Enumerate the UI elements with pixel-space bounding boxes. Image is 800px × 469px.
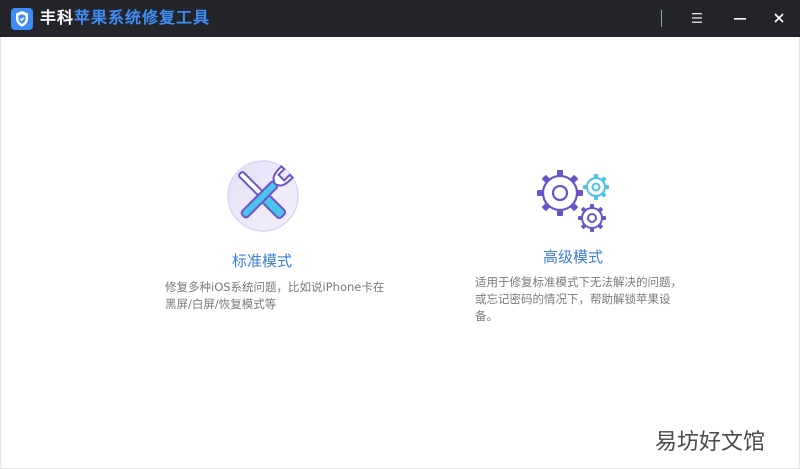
app-product-name: 苹果系统修复工具 xyxy=(74,8,211,27)
close-button[interactable] xyxy=(766,6,792,30)
standard-desc-line2: 黑屏/白屏/恢复模式等 xyxy=(165,297,277,311)
advanced-desc-line1: 适用于修复标准模式下无法解决的问题， xyxy=(475,275,682,289)
watermark-text: 易坊好文馆 xyxy=(655,430,766,455)
gears-icon xyxy=(537,170,609,232)
title-bar: 丰科苹果系统修复工具 xyxy=(0,0,800,37)
advanced-mode-description: 适用于修复标准模式下无法解决的问题， 或忘记密码的情况下，帮助解锁苹果设 备。 xyxy=(475,274,682,325)
minimize-button[interactable] xyxy=(727,6,753,30)
wrench-screwdriver-icon xyxy=(227,160,299,232)
app-title: 丰科苹果系统修复工具 xyxy=(40,8,210,28)
menu-icon xyxy=(692,13,702,23)
standard-mode-description: 修复多种iOS系统问题，比如说iPhone卡在 黑屏/白屏/恢复模式等 xyxy=(165,279,384,313)
standard-mode-title[interactable]: 标准模式 xyxy=(232,250,292,271)
advanced-desc-line3: 备。 xyxy=(475,309,498,323)
standard-desc-line1: 修复多种iOS系统问题，比如说iPhone卡在 xyxy=(165,280,385,294)
advanced-desc-line2: 或忘记密码的情况下，帮助解锁苹果设 xyxy=(475,292,671,306)
minimize-icon xyxy=(734,18,746,20)
close-icon xyxy=(774,13,784,23)
main-content xyxy=(0,37,800,469)
menu-button[interactable] xyxy=(684,6,710,30)
app-brand: 丰科 xyxy=(40,8,75,27)
advanced-mode-title[interactable]: 高级模式 xyxy=(543,246,603,267)
titlebar-divider xyxy=(661,10,662,27)
shield-icon xyxy=(11,8,33,30)
